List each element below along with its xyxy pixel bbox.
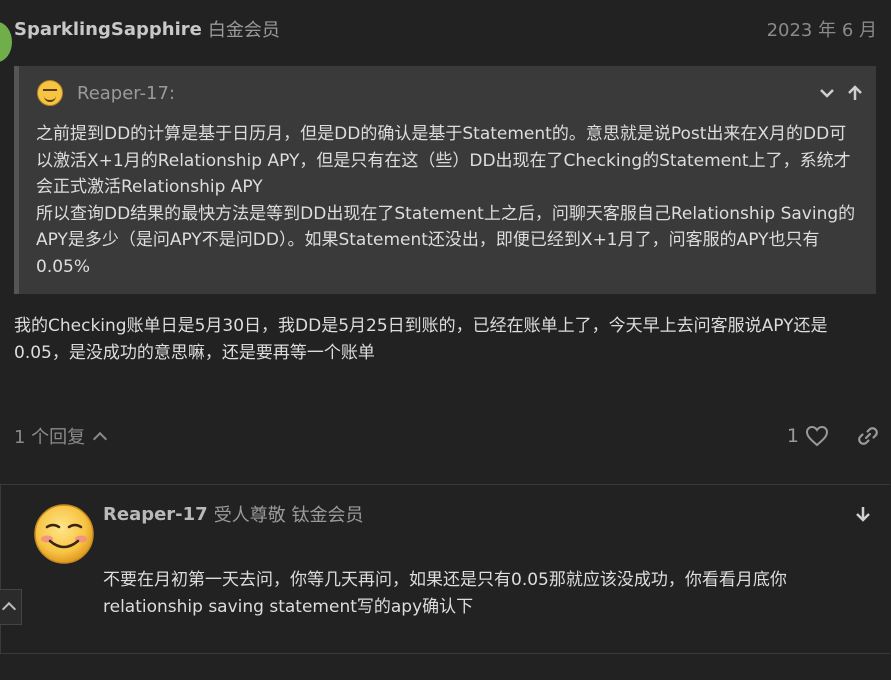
- quote-controls: [818, 84, 864, 102]
- smiley-face-icon[interactable]: [33, 503, 95, 565]
- post-body: 我的Checking账单日是5月30日，我DD是5月25日到账的，已经在账单上了…: [14, 313, 879, 366]
- reply-header: Reaper-17 受人尊敬 钛金会员: [103, 501, 872, 527]
- post-footer: 1 个回复 1: [14, 420, 879, 452]
- post-body-text: 我的Checking账单日是5月30日，我DD是5月25日到账的，已经在账单上了…: [14, 316, 828, 363]
- post-header: SparklingSapphire 白金会员 2023 年 6 月: [14, 16, 877, 42]
- chevron-up-icon: [1, 601, 17, 617]
- arrow-up-icon[interactable]: [846, 84, 864, 102]
- quote-paragraph: 所以查询DD结果的最快方法是等到DD出现在了Statement上之后，问聊天客服…: [36, 203, 856, 277]
- previous-avatar-edge[interactable]: [0, 22, 12, 62]
- chevron-up-icon: [93, 431, 108, 446]
- smiley-face-icon: [37, 80, 63, 106]
- replies-count-label: 1 个回复: [14, 427, 86, 448]
- quote-header: Reaper-17:: [37, 78, 864, 108]
- reply-body-text: 不要在月初第一天去问，你等几天再问，如果还是只有0.05那就应该没成功，你看看月…: [103, 570, 787, 617]
- reply-username[interactable]: Reaper-17: [103, 504, 208, 525]
- post-username[interactable]: SparklingSapphire: [14, 19, 202, 40]
- heart-icon[interactable]: [805, 425, 829, 447]
- replies-toggle-button[interactable]: 1 个回复: [14, 423, 108, 449]
- reply-user-title: 受人尊敬 钛金会员: [213, 505, 364, 526]
- arrow-down-icon[interactable]: [854, 505, 872, 523]
- topic-page: SparklingSapphire 白金会员 2023 年 6 月 Reaper…: [0, 0, 891, 680]
- chevron-down-icon[interactable]: [818, 84, 836, 102]
- quote-author: Reaper-17:: [77, 82, 176, 104]
- quote-text: 之前提到DD的计算是基于日历月，但是DD的确认是基于Statement的。意思就…: [36, 121, 862, 280]
- scroll-up-button[interactable]: [0, 589, 22, 625]
- quote-block: Reaper-17: 之前提到DD的计算是基于日历月，但是DD的确认是基于Sta…: [14, 66, 876, 294]
- post-date[interactable]: 2023 年 6 月: [767, 16, 877, 42]
- reply-body: 不要在月初第一天去问，你等几天再问，如果还是只有0.05那就应该没成功，你看看月…: [103, 567, 876, 620]
- quote-paragraph: 之前提到DD的计算是基于日历月，但是DD的确认是基于Statement的。意思就…: [36, 124, 851, 197]
- share-link-button[interactable]: [857, 425, 879, 447]
- link-icon: [858, 427, 878, 445]
- post-user-title: 白金会员: [207, 20, 280, 41]
- like-group: 1: [787, 425, 829, 447]
- like-count[interactable]: 1: [787, 425, 799, 447]
- embedded-reply: Reaper-17 受人尊敬 钛金会员 不要在月初第一天去问，你等几天再问，如果…: [0, 484, 890, 654]
